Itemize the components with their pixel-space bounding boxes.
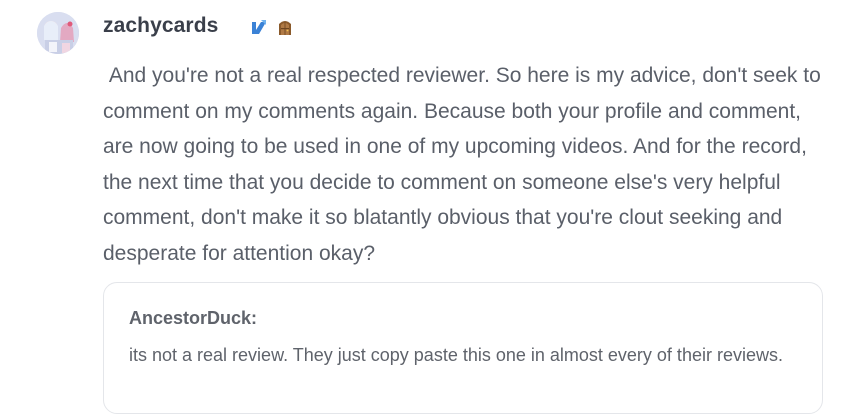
quote-text: its not a real review. They just copy pa… [129,345,783,365]
quoted-comment: AncestorDuck: its not a real review. The… [103,282,823,414]
username[interactable]: zachycards [103,14,218,38]
avatar-image [37,12,79,54]
verified-pen-icon [250,18,268,36]
quote-author: AncestorDuck: [129,308,258,328]
door-icon [276,18,294,36]
comment-text: And you're not a real respected reviewer… [103,64,827,265]
user-avatar[interactable] [37,12,79,54]
